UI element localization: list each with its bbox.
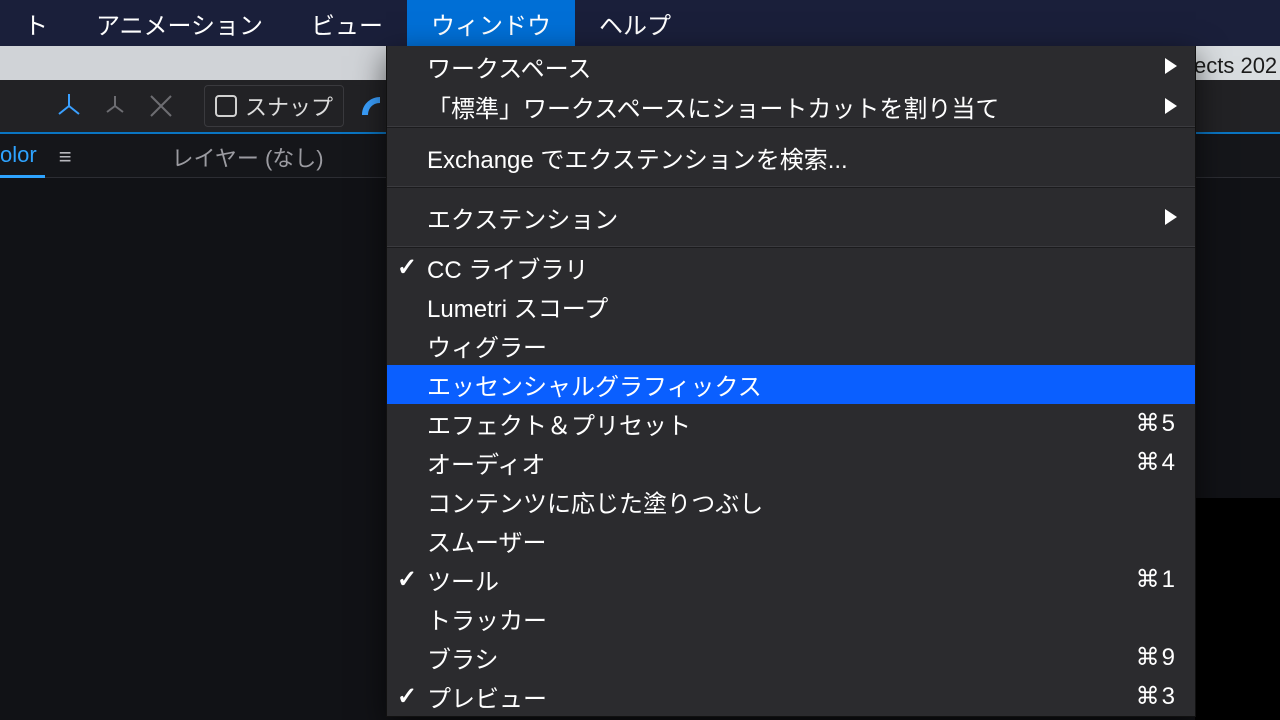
check-icon: ✓ [397, 682, 417, 711]
menu-effects-presets[interactable]: エフェクト＆プリセット ⌘5 [387, 404, 1195, 443]
menu-find-extensions[interactable]: Exchange でエクステンションを検索... [387, 128, 1195, 186]
menu-smoother[interactable]: スムーザー [387, 521, 1195, 560]
menu-item-label: エッセンシャルグラフィックス [427, 367, 762, 402]
menu-brush[interactable]: ブラシ ⌘9 [387, 638, 1195, 677]
menu-item-label: スムーザー [427, 523, 547, 558]
menu-content-aware-fill[interactable]: コンテンツに応じた塗りつぶし [387, 482, 1195, 521]
menu-item-label: ワークスペース [427, 49, 591, 84]
menu-wiggler[interactable]: ウィグラー [387, 326, 1195, 365]
menu-lumetri-scopes[interactable]: Lumetri スコープ [387, 287, 1195, 326]
check-icon: ✓ [397, 253, 417, 282]
menu-animation[interactable]: アニメーション [72, 0, 287, 46]
menu-shortcut: ⌘5 [1136, 409, 1177, 438]
tab-color-label: olor [0, 142, 37, 168]
menu-essential-graphics[interactable]: エッセンシャルグラフィックス [387, 365, 1195, 404]
menu-shortcut: ⌘3 [1136, 682, 1177, 711]
menu-item-label: ツール [427, 562, 499, 597]
submenu-arrow-icon [1165, 58, 1177, 74]
viewer-area [1195, 498, 1280, 720]
menu-item-label: ブラシ [427, 640, 499, 675]
menu-shortcut: ⌘4 [1136, 448, 1177, 477]
menu-item-label: CC ライブラリ [427, 250, 588, 285]
axis-view-icon[interactable] [138, 84, 184, 128]
menu-tools[interactable]: ✓ ツール ⌘1 [387, 560, 1195, 599]
menubar: ト アニメーション ビュー ウィンドウ ヘルプ [0, 0, 1280, 46]
menu-view[interactable]: ビュー [287, 0, 407, 46]
menu-assign-shortcut[interactable]: 「標準」ワークスペースにショートカットを割り当て [387, 86, 1195, 126]
menu-tracker[interactable]: トラッカー [387, 599, 1195, 638]
check-icon: ✓ [397, 565, 417, 594]
window-menu-dropdown: ワークスペース 「標準」ワークスペースにショートカットを割り当て Exchang… [386, 46, 1196, 717]
menu-item-label: エフェクト＆プリセット [427, 406, 691, 441]
menu-shortcut: ⌘9 [1136, 643, 1177, 672]
menu-shortcut: ⌘1 [1136, 565, 1177, 594]
menu-item-label: ウィグラー [427, 328, 547, 363]
menu-extensions[interactable]: エクステンション [387, 188, 1195, 246]
axis-xyz-icon[interactable] [46, 84, 92, 128]
menu-cc-libraries[interactable]: ✓ CC ライブラリ [387, 248, 1195, 287]
menu-item-label: 「標準」ワークスペースにショートカットを割り当て [427, 89, 999, 124]
submenu-arrow-icon [1165, 98, 1177, 114]
menu-window[interactable]: ウィンドウ [407, 0, 575, 46]
layer-panel-label[interactable]: レイヤー (なし) [172, 141, 324, 173]
snap-checkbox-icon [215, 95, 237, 117]
menu-help[interactable]: ヘルプ [575, 0, 695, 46]
menu-item-label: コンテンツに応じた塗りつぶし [427, 484, 763, 519]
menu-fragment[interactable]: ト [0, 0, 72, 46]
tab-color[interactable]: olor [0, 136, 45, 178]
axis-local-icon[interactable] [92, 84, 138, 128]
snap-label: スナップ [245, 90, 333, 122]
panel-menu-icon[interactable]: ≡ [59, 144, 72, 170]
menu-item-label: トラッカー [427, 601, 547, 636]
menu-item-label: エクステンション [427, 200, 618, 235]
menu-item-label: プレビュー [427, 679, 547, 714]
menu-workspace[interactable]: ワークスペース [387, 46, 1195, 86]
menu-item-label: Lumetri スコープ [427, 289, 608, 324]
menu-audio[interactable]: オーディオ ⌘4 [387, 443, 1195, 482]
submenu-arrow-icon [1165, 209, 1177, 225]
menu-preview[interactable]: ✓ プレビュー ⌘3 [387, 677, 1195, 716]
menu-item-label: オーディオ [427, 445, 545, 480]
snap-toggle[interactable]: スナップ [204, 85, 344, 127]
menu-item-label: Exchange でエクステンションを検索... [427, 140, 848, 175]
